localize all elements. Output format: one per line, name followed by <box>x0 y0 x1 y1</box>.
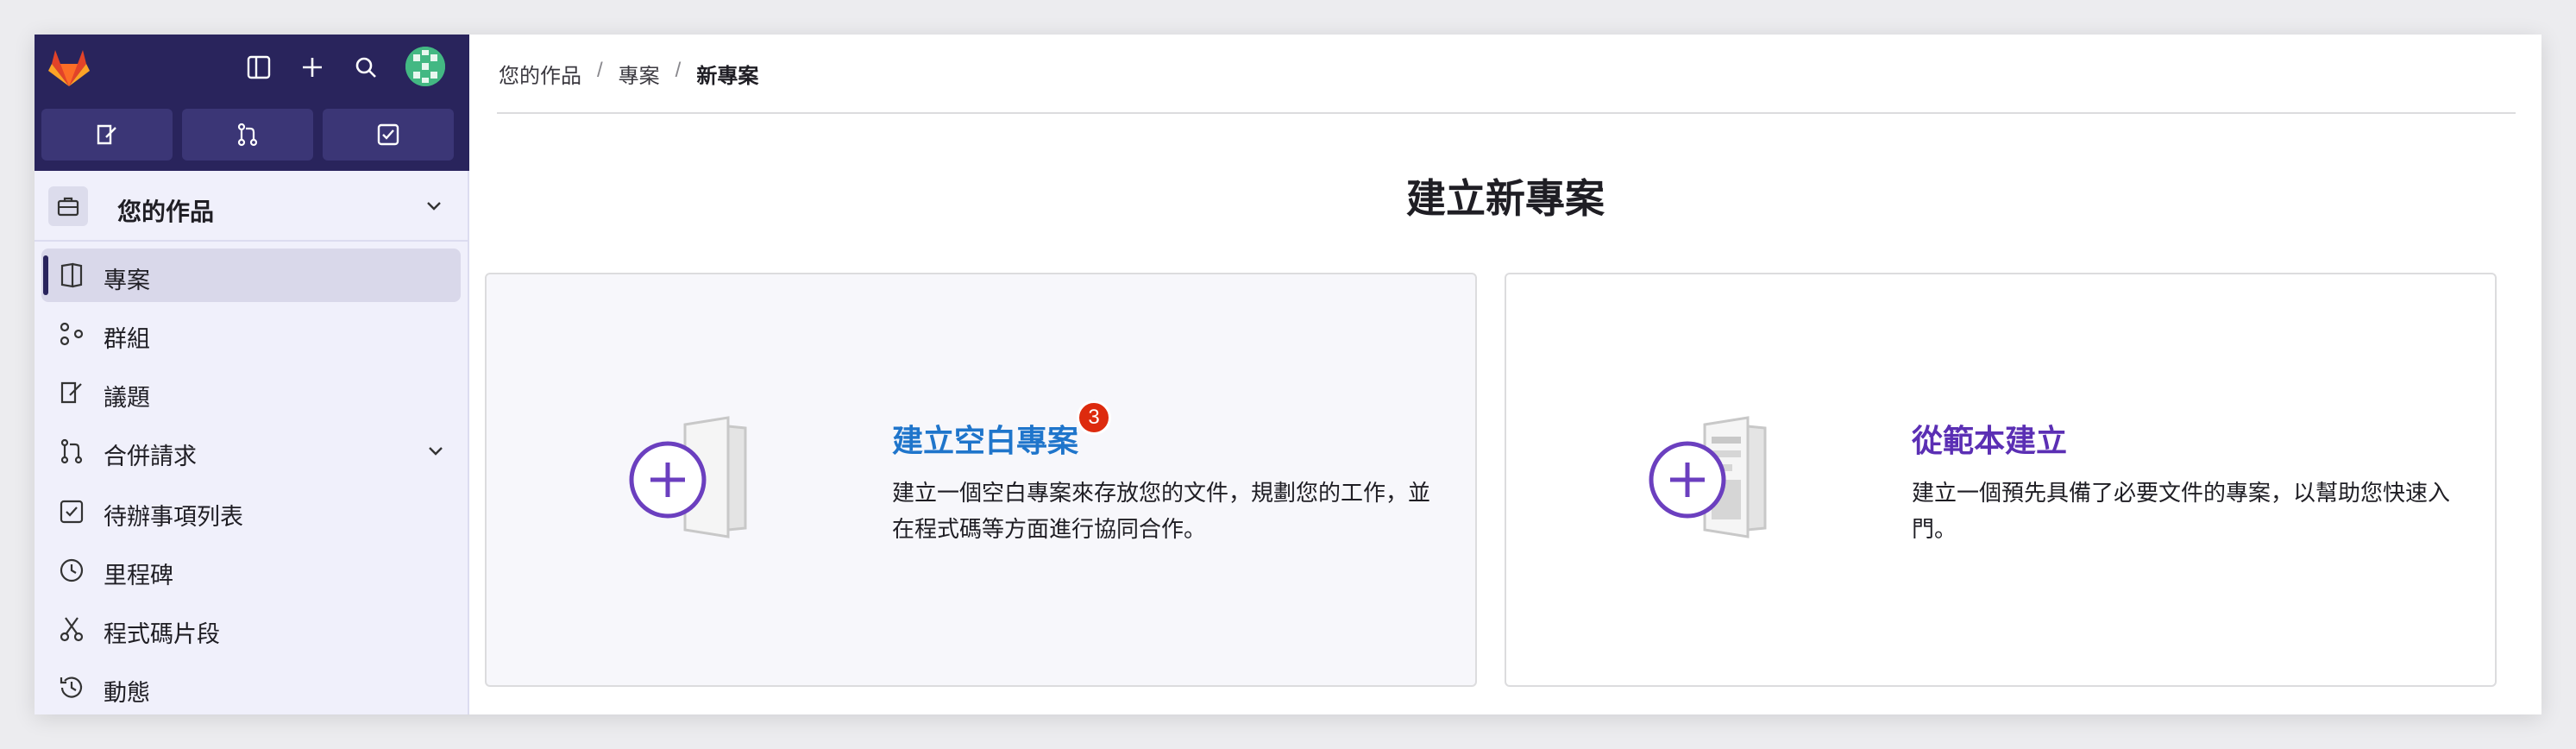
page-title: 建立新專案 <box>1406 176 1605 221</box>
breadcrumb-separator: / <box>675 59 682 82</box>
sidebar-item-label: 合併請求 <box>104 444 197 469</box>
todos-shortcut-button[interactable] <box>323 109 454 160</box>
breadcrumb: 您的作品 / 專案 / 新專案 <box>499 59 758 89</box>
app-window: 您的作品 專案 群組 議題 合併請求 待辦事項列表 里程碑 程式碼片段 動態 您… <box>35 35 2541 714</box>
breadcrumb-projects[interactable]: 專案 <box>619 59 660 89</box>
briefcase-icon <box>48 186 88 226</box>
blank-project-illustration-icon <box>629 416 747 538</box>
sidebar-item-snippets[interactable]: 程式碼片段 <box>41 602 461 656</box>
gitlab-logo-icon[interactable] <box>47 45 91 90</box>
top-bar <box>35 35 469 171</box>
card-description: 建立一個空白專案來存放您的文件，規劃您的工作，並在程式碼等方面進行協同合作。 <box>892 480 1431 542</box>
project-icon <box>60 262 83 288</box>
create-from-template-card[interactable]: 從範本建立 建立一個預先具備了必要文件的專案，以幫助您快速入門。 <box>1505 273 2497 687</box>
sidebar-item-todos[interactable]: 待辦事項列表 <box>41 485 461 538</box>
group-icon <box>60 322 84 346</box>
merge-requests-shortcut-button[interactable] <box>182 109 313 160</box>
sidebar-item-issues[interactable]: 議題 <box>41 366 461 419</box>
issues-icon <box>60 381 82 404</box>
create-blank-project-card[interactable]: 建立空白專案 3 建立一個空白專案來存放您的文件，規劃您的工作，並在程式碼等方面… <box>485 273 1477 687</box>
notification-badge: 3 <box>1077 400 1111 435</box>
chevron-down-icon <box>427 202 441 211</box>
sidebar-item-projects[interactable]: 專案 <box>41 249 461 302</box>
sidebar-item-label: 群組 <box>104 326 150 352</box>
sidebar-item-label: 動態 <box>104 680 150 706</box>
sidebar-item-label: 待辦事項列表 <box>104 504 243 530</box>
sidebar-item-label: 程式碼片段 <box>104 621 220 647</box>
user-avatar[interactable] <box>405 47 445 86</box>
card-description: 建立一個預先具備了必要文件的專案，以幫助您快速入門。 <box>1912 480 2451 542</box>
breadcrumb-new-project: 新專案 <box>696 65 759 88</box>
sidebar-item-label: 里程碑 <box>104 563 173 588</box>
sidebar-item-merge-requests[interactable]: 合併請求 <box>41 425 461 478</box>
sidebar-item-label: 議題 <box>104 385 150 411</box>
todo-icon <box>60 500 84 524</box>
context-switcher[interactable]: 您的作品 <box>35 171 469 242</box>
issues-shortcut-button[interactable] <box>41 109 173 160</box>
activity-icon <box>60 677 83 698</box>
sidebar-toggle-icon[interactable] <box>243 52 274 83</box>
issues-icon <box>97 124 116 145</box>
snippet-icon <box>60 617 84 642</box>
card-title[interactable]: 從範本建立 <box>1912 416 2067 461</box>
plus-icon[interactable] <box>297 52 328 83</box>
breadcrumb-your-work[interactable]: 您的作品 <box>499 59 581 89</box>
sidebar: 您的作品 專案 群組 議題 合併請求 待辦事項列表 里程碑 程式碼片段 動態 <box>35 35 469 714</box>
merge-request-icon <box>60 438 83 464</box>
sidebar-item-groups[interactable]: 群組 <box>41 307 461 361</box>
sidebar-item-activity[interactable]: 動態 <box>41 661 461 714</box>
chevron-down-icon[interactable] <box>423 438 449 464</box>
card-title[interactable]: 建立空白專案 <box>892 416 1078 461</box>
sidebar-item-label: 專案 <box>104 268 150 293</box>
search-icon[interactable] <box>350 52 381 83</box>
milestone-icon <box>60 558 84 582</box>
breadcrumb-separator: / <box>597 59 603 82</box>
todo-icon <box>377 123 399 146</box>
merge-request-icon <box>237 123 258 147</box>
template-illustration-icon <box>1649 416 1767 538</box>
context-label: 您的作品 <box>117 198 215 225</box>
divider <box>497 112 2516 114</box>
main-content: 您的作品 / 專案 / 新專案 建立新專案 建立空白專案 3 建立一個空白專案來… <box>469 35 2541 714</box>
sidebar-item-milestones[interactable]: 里程碑 <box>41 544 461 597</box>
